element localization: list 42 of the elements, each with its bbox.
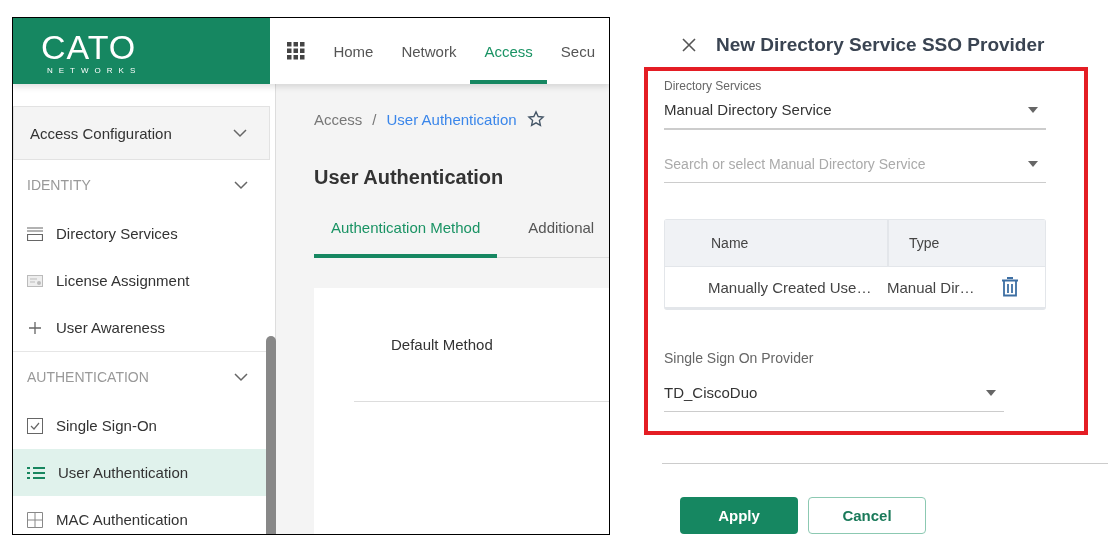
- cancel-button[interactable]: Cancel: [808, 497, 926, 534]
- caret-icon: [1028, 106, 1038, 113]
- apps-grid-icon[interactable]: [287, 42, 306, 60]
- list-icon: [27, 465, 45, 480]
- sidebar-item[interactable]: License Assignment: [13, 257, 270, 304]
- nav-tab[interactable]: Access: [470, 18, 547, 84]
- breadcrumb-link[interactable]: Access: [314, 110, 363, 128]
- apply-button[interactable]: Apply: [680, 497, 798, 534]
- sidebar-item[interactable]: User Awareness: [13, 304, 270, 351]
- column-header: Name: [710, 235, 750, 251]
- trash-icon[interactable]: [1001, 277, 1019, 297]
- panel-title: New Directory Service SSO Provider: [716, 34, 1045, 56]
- stack-icon: [27, 226, 43, 241]
- grid-icon: [27, 511, 43, 528]
- star-icon[interactable]: [526, 110, 545, 128]
- tab[interactable]: Authentication Method: [314, 219, 498, 258]
- field-label: Single Sign On Provider: [664, 350, 815, 366]
- table-cell-text: Manually Created Use…: [707, 278, 873, 296]
- certificate-icon: [27, 273, 43, 288]
- caret-icon: [986, 389, 996, 396]
- field-label: Default Method: [391, 336, 493, 353]
- nav-tab[interactable]: Network: [387, 18, 471, 84]
- sidebar-item[interactable]: Single Sign-On: [13, 402, 270, 449]
- nav-tab[interactable]: Secu: [546, 18, 609, 84]
- plus-icon: [27, 320, 43, 335]
- checkbox-icon: [27, 417, 43, 434]
- select-field[interactable]: TD_CiscoDuo: [664, 378, 1004, 412]
- nav-tab[interactable]: Home: [319, 18, 388, 84]
- breadcrumb-separator: /: [372, 110, 377, 128]
- scrollbar[interactable]: [266, 336, 276, 534]
- table-cell-text: Manual Dir…: [887, 278, 976, 296]
- logo: CATO NETWORKS: [13, 18, 271, 84]
- column-header: Type: [887, 220, 940, 266]
- sidebar-item[interactable]: MAC Authentication: [13, 496, 270, 534]
- sidebar-group[interactable]: Access Configuration: [13, 106, 270, 160]
- page-title: User Authentication: [314, 166, 505, 189]
- field-label: Directory Services: [664, 79, 763, 93]
- select-field[interactable]: Manual Directory Service: [664, 95, 1046, 130]
- tab[interactable]: Additional: [497, 219, 609, 258]
- caret-icon: [1028, 161, 1038, 167]
- close-icon[interactable]: [682, 38, 696, 52]
- sidebar-item[interactable]: Directory Services: [13, 210, 270, 257]
